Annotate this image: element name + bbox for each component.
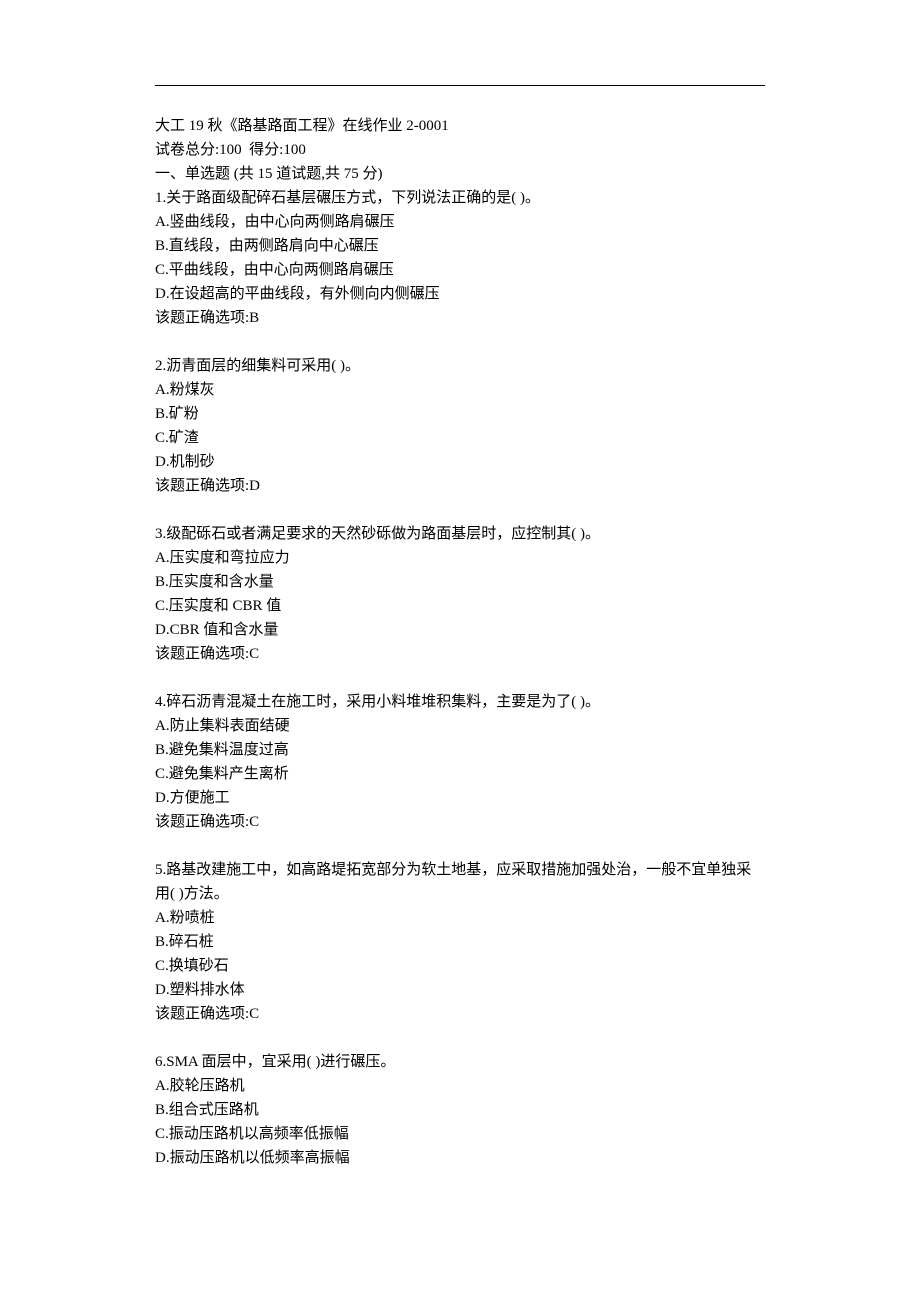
option: B.避免集料温度过高 — [155, 738, 765, 762]
answer-line: 该题正确选项:C — [155, 810, 765, 834]
question-stem: 3.级配砾石或者满足要求的天然砂砾做为路面基层时，应控制其( )。 — [155, 522, 765, 546]
option: B.组合式压路机 — [155, 1098, 765, 1122]
option: A.防止集料表面结硬 — [155, 714, 765, 738]
question-stem: 4.碎石沥青混凝土在施工时，采用小料堆堆积集料，主要是为了( )。 — [155, 690, 765, 714]
option: A.压实度和弯拉应力 — [155, 546, 765, 570]
question-block: 2.沥青面层的细集料可采用( )。 A.粉煤灰 B.矿粉 C.矿渣 D.机制砂 … — [155, 354, 765, 498]
option: D.塑料排水体 — [155, 978, 765, 1002]
question-block: 6.SMA 面层中，宜采用( )进行碾压。 A.胶轮压路机 B.组合式压路机 C… — [155, 1050, 765, 1170]
score-line: 试卷总分:100 得分:100 — [155, 138, 765, 162]
answer-line: 该题正确选项:C — [155, 1002, 765, 1026]
answer-line: 该题正确选项:D — [155, 474, 765, 498]
option: A.竖曲线段，由中心向两侧路肩碾压 — [155, 210, 765, 234]
exam-title: 大工 19 秋《路基路面工程》在线作业 2-0001 — [155, 114, 765, 138]
option: C.压实度和 CBR 值 — [155, 594, 765, 618]
question-block: 4.碎石沥青混凝土在施工时，采用小料堆堆积集料，主要是为了( )。 A.防止集料… — [155, 690, 765, 834]
option: B.直线段，由两侧路肩向中心碾压 — [155, 234, 765, 258]
option: D.在设超高的平曲线段，有外侧向内侧碾压 — [155, 282, 765, 306]
top-divider — [155, 85, 765, 86]
option: C.矿渣 — [155, 426, 765, 450]
option: C.避免集料产生离析 — [155, 762, 765, 786]
answer-line: 该题正确选项:C — [155, 642, 765, 666]
question-stem: 2.沥青面层的细集料可采用( )。 — [155, 354, 765, 378]
document-content: 大工 19 秋《路基路面工程》在线作业 2-0001 试卷总分:100 得分:1… — [155, 114, 765, 1170]
option: D.机制砂 — [155, 450, 765, 474]
question-block: 3.级配砾石或者满足要求的天然砂砾做为路面基层时，应控制其( )。 A.压实度和… — [155, 522, 765, 666]
option: B.矿粉 — [155, 402, 765, 426]
option: D.振动压路机以低频率高振幅 — [155, 1146, 765, 1170]
section-title: 一、单选题 (共 15 道试题,共 75 分) — [155, 162, 765, 186]
option: A.胶轮压路机 — [155, 1074, 765, 1098]
option: D.CBR 值和含水量 — [155, 618, 765, 642]
question-stem: 1.关于路面级配碎石基层碾压方式，下列说法正确的是( )。 — [155, 186, 765, 210]
option: C.换填砂石 — [155, 954, 765, 978]
option: D.方便施工 — [155, 786, 765, 810]
question-block: 5.路基改建施工中，如高路堤拓宽部分为软土地基，应采取措施加强处治，一般不宜单独… — [155, 858, 765, 1026]
option: C.振动压路机以高频率低振幅 — [155, 1122, 765, 1146]
option: A.粉煤灰 — [155, 378, 765, 402]
option: B.碎石桩 — [155, 930, 765, 954]
question-stem: 5.路基改建施工中，如高路堤拓宽部分为软土地基，应采取措施加强处治，一般不宜单独… — [155, 858, 765, 906]
option: A.粉喷桩 — [155, 906, 765, 930]
option: B.压实度和含水量 — [155, 570, 765, 594]
header-block: 大工 19 秋《路基路面工程》在线作业 2-0001 试卷总分:100 得分:1… — [155, 114, 765, 330]
answer-line: 该题正确选项:B — [155, 306, 765, 330]
option: C.平曲线段，由中心向两侧路肩碾压 — [155, 258, 765, 282]
question-stem: 6.SMA 面层中，宜采用( )进行碾压。 — [155, 1050, 765, 1074]
